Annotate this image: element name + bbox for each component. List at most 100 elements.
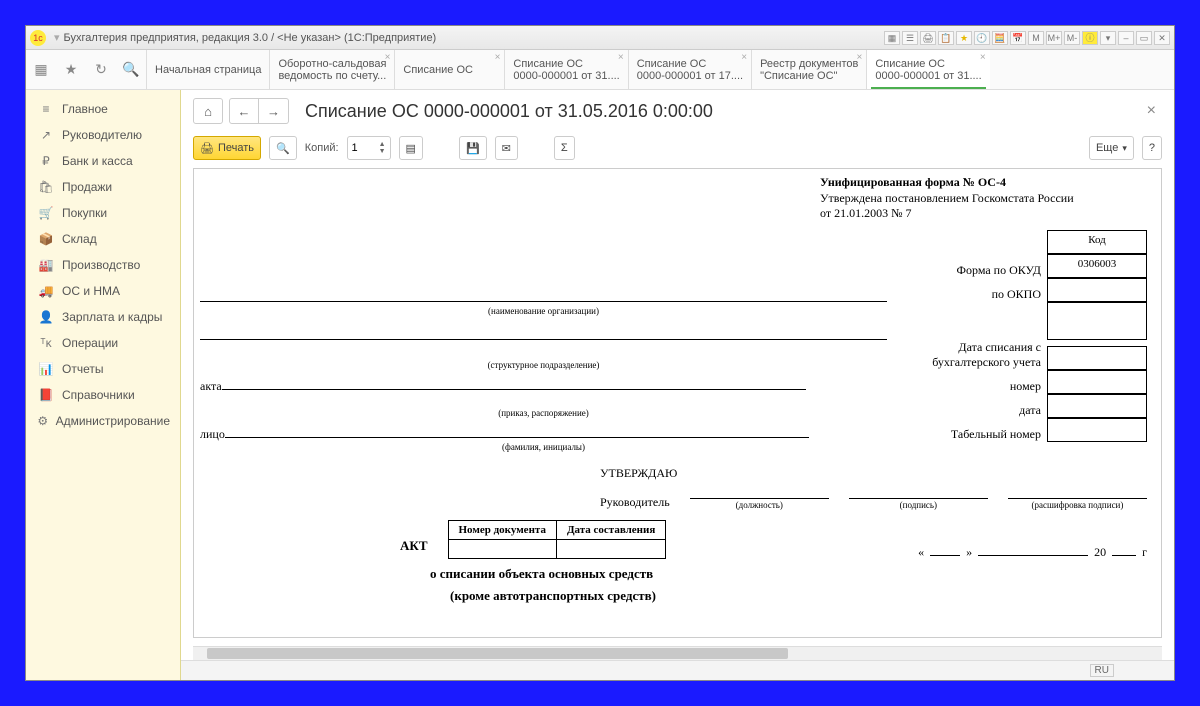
kod-header: Код [1047,230,1147,254]
tab-start[interactable]: Начальная страница [146,50,269,89]
tb-btn-dd[interactable]: ▾ [1100,31,1116,45]
preview-icon: 🔍 [276,142,290,155]
close-page-button[interactable]: × [1141,102,1162,120]
preview-button[interactable]: 🔍 [269,136,297,160]
document-pane[interactable]: Унифицированная форма № ОС-4 Утверждена … [193,168,1162,638]
mail-button[interactable]: ✉ [495,136,518,160]
statusbar: RU [181,660,1174,680]
copies-input[interactable] [352,142,370,154]
date-writeoff-cell [1047,346,1147,370]
decipher-caption: (расшифровка подписи) [1008,500,1147,510]
document: Унифицированная форма № ОС-4 Утверждена … [194,169,1161,624]
tab-spisanie-31a[interactable]: ×Списание ОС0000-000001 от 31.... [504,50,627,89]
tb-btn-4[interactable]: 📋 [938,31,954,45]
doc-mid: АКТ Номер документаДата составления «» 2… [200,520,1147,560]
sidebar-item-bank[interactable]: ₽Банк и касса [26,148,180,174]
tabs: Начальная страница ×Оборотно-сальдоваяве… [146,50,1174,89]
dept-caption: (структурное подразделение) [200,340,887,370]
sidebar-item-warehouse[interactable]: 📦Склад [26,226,180,252]
sidebar-item-production[interactable]: 🏭Производство [26,252,180,278]
nav-buttons: ← → [229,98,289,124]
horizontal-scrollbar[interactable] [193,646,1162,660]
back-button[interactable]: ← [229,98,259,124]
doc-number-table: Номер документаДата составления [448,520,667,559]
print-button[interactable]: 🖨Печать [193,136,261,160]
sidebar-item-operations[interactable]: ᵀᴋОперации [26,330,180,356]
truck-icon: 🚚 [36,284,56,298]
sidebar-item-sales[interactable]: 🛍Продажи [26,174,180,200]
max-button[interactable]: ▭ [1136,31,1152,45]
more-button[interactable]: Еще ▾ [1089,136,1134,160]
gear-icon: ⚙ [36,414,50,428]
favorite-icon[interactable]: ★ [56,50,86,89]
tb-btn-m1[interactable]: M [1028,31,1044,45]
tb-btn-7[interactable]: 🧮 [992,31,1008,45]
app-icon: 1c [30,30,46,46]
apps-icon[interactable]: ▦ [26,50,56,89]
tb-btn-m2[interactable]: M+ [1046,31,1062,45]
search-icon[interactable]: 🔍 [116,50,146,89]
order-caption: (приказ, распоряжение) [200,394,887,418]
min-button[interactable]: – [1118,31,1134,45]
tab-spisanie[interactable]: ×Списание ОС [394,50,504,89]
tab-spisanie-17[interactable]: ×Списание ОС0000-000001 от 17.... [628,50,751,89]
tb-btn-info[interactable]: ⓘ [1082,31,1098,45]
number-cell [1047,370,1147,394]
org-caption: (наименование организации) [200,302,887,317]
position-caption: (должность) [690,500,829,510]
doc-no-cell [448,539,556,558]
fio-caption: (фамилия, инициалы) [200,442,887,452]
tb-btn-2[interactable]: ☰ [902,31,918,45]
sidebar-item-salary[interactable]: 👤Зарплата и кадры [26,304,180,330]
tab-close-icon[interactable]: × [618,52,624,63]
lang-indicator[interactable]: RU [1090,664,1114,677]
sigma-icon: Σ [561,142,568,154]
page-title: Списание ОС 0000-000001 от 31.05.2016 0:… [305,101,1135,122]
spin-up-icon[interactable]: ▲ [379,141,386,148]
sidebar-item-admin[interactable]: ⚙Администрирование [26,408,180,434]
tb-btn-8[interactable]: 📅 [1010,31,1026,45]
sidebar-item-os-nma[interactable]: 🚚ОС и НМА [26,278,180,304]
tb-btn-5[interactable]: ★ [956,31,972,45]
tb-btn-1[interactable]: ▦ [884,31,900,45]
tab-osv[interactable]: ×Оборотно-сальдоваяведомость по счету... [269,50,394,89]
date-cell [1047,394,1147,418]
sidebar-item-manager[interactable]: ↗Руководителю [26,122,180,148]
bag-icon: 🛍 [36,180,56,194]
save-button[interactable]: 💾 [459,136,487,160]
scrollbar-thumb[interactable] [207,648,788,659]
tab-close-icon[interactable]: × [741,52,747,63]
litso-label: лицо [200,427,225,441]
copies-spinner[interactable]: ▲▼ [347,136,391,160]
sidebar-item-purchases[interactable]: 🛒Покупки [26,200,180,226]
forward-button[interactable]: → [259,98,289,124]
tab-close-icon[interactable]: × [385,52,391,63]
tab-close-icon[interactable]: × [980,52,986,63]
tab-spisanie-31b[interactable]: ×Списание ОС0000-000001 от 31.... [866,50,989,89]
tab-reestr[interactable]: ×Реестр документов"Списание ОС" [751,50,866,89]
doc-date-cell [556,539,665,558]
tb-btn-3[interactable]: 🖨 [920,31,936,45]
tab-close-icon[interactable]: × [857,52,863,63]
dept-code-cell [1047,302,1147,340]
form-approved: Утверждена постановлением Госкомстата Ро… [820,191,1074,205]
floppy-icon: 💾 [466,142,480,155]
sidebar-item-catalogs[interactable]: 📕Справочники [26,382,180,408]
help-button[interactable]: ? [1142,136,1162,160]
menu-dot-icon[interactable]: ▾ [54,31,60,44]
tb-btn-6[interactable]: 🕘 [974,31,990,45]
sidebar-item-reports[interactable]: 📊Отчеты [26,356,180,382]
close-button[interactable]: ✕ [1154,31,1170,45]
box-icon: 📦 [36,232,56,246]
window-title: Бухгалтерия предприятия, редакция 3.0 / … [64,32,884,44]
date-writeoff-label: Дата списания с бухгалтерского учета [887,340,1047,370]
history-icon[interactable]: ↻ [86,50,116,89]
tab-close-icon[interactable]: × [495,52,501,63]
spin-down-icon[interactable]: ▼ [379,148,386,155]
tb-btn-m3[interactable]: M- [1064,31,1080,45]
subtitle-2: (кроме автотранспортных средств) [450,588,1147,604]
page-setup-button[interactable]: ▤ [399,136,423,160]
home-button[interactable]: ⌂ [193,98,223,124]
sidebar-item-main[interactable]: ≡Главное [26,96,180,122]
sum-button[interactable]: Σ [554,136,575,160]
